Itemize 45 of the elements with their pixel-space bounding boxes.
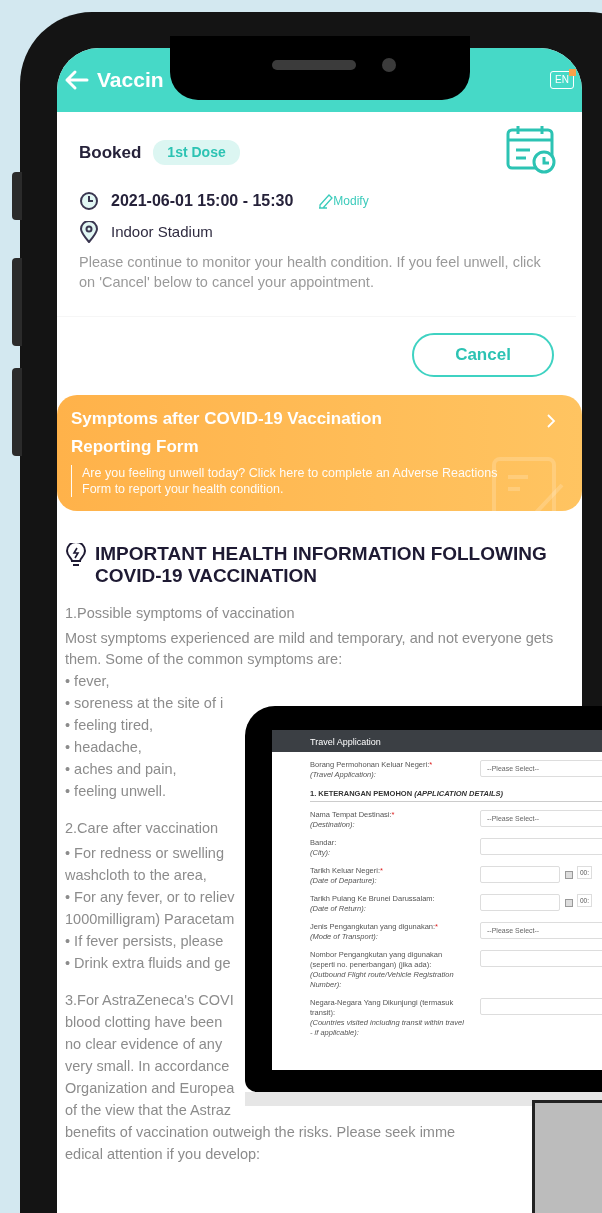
screen-title: Vaccin [97, 67, 164, 94]
input-field[interactable] [480, 950, 602, 968]
info-text: • aches and pain, [65, 759, 177, 779]
info-text: • feeling tired, [65, 715, 154, 735]
input-field[interactable] [480, 838, 602, 856]
section-title: 2.Care after vaccination [65, 818, 219, 838]
info-text: • If fever persists, please [65, 931, 224, 951]
appointment-time: 2021-06-01 15:00 - 15:30 [111, 191, 294, 211]
info-text: blood clotting have been [65, 1012, 223, 1032]
info-text: • For any fever, or to reliev [65, 887, 235, 907]
date-field[interactable] [480, 894, 560, 912]
info-text: Most symptoms experienced are mild and temporary, and not everyone gets them. Some of the common symptoms are: [65, 628, 555, 669]
info-text: • soreness at the site of i [65, 693, 224, 713]
appointment-location: Indoor Stadium [111, 222, 213, 242]
date-field[interactable] [480, 866, 560, 884]
dose-tag: 1st Dose [153, 140, 240, 166]
banner-description: Are you feeling unwell today? Click here to complete an Adverse Reactions Form to report your health condition. [71, 464, 511, 497]
info-text: • headache, [65, 737, 142, 757]
info-text: • For redness or swelling [65, 843, 224, 863]
location-pin-icon [79, 221, 99, 244]
section-title: 1.Possible symptoms of vaccination [65, 603, 295, 623]
appointment-status: Booked [79, 142, 142, 164]
clock-icon [79, 191, 99, 211]
info-text: 1000milligram) Paracetam [65, 909, 235, 929]
info-text: benefits of vaccination outweigh the risks. Please seek imme [65, 1122, 456, 1142]
form-title-bar: Travel Application [272, 730, 602, 752]
lightbulb-icon [65, 542, 87, 567]
banner-title: Symptoms after COVID-19 Vaccination Reporting Form [71, 407, 383, 458]
pencil-icon [317, 192, 334, 210]
calendar-clock-icon [506, 124, 558, 174]
info-text: no clear evidence of any [65, 1034, 223, 1054]
input-field[interactable] [480, 998, 602, 1016]
info-text: • Drink extra fluids and ge [65, 953, 231, 973]
info-text: 3.For AstraZeneca's COVI [65, 990, 234, 1010]
info-text: washcloth to the area, [65, 865, 207, 885]
info-text: very small. In accordance [65, 1056, 230, 1076]
info-text: of the view that the Astraz [65, 1100, 232, 1120]
info-heading: IMPORTANT HEALTH INFORMATION FOLLOWING COVID-19 VACCINATION [95, 542, 548, 587]
notice-text: Please continue to monitor your health condition. If you feel unwell, click on 'Cancel' below to cancel your appointment. [79, 252, 542, 292]
info-text: edical attention if you develop: [65, 1144, 261, 1164]
back-arrow-icon[interactable] [63, 69, 89, 91]
chevron-right-icon [546, 412, 556, 429]
info-text: Organization and Europea [65, 1078, 235, 1098]
info-text: • fever, [65, 671, 110, 691]
info-text: • feeling unwell. [65, 781, 166, 801]
